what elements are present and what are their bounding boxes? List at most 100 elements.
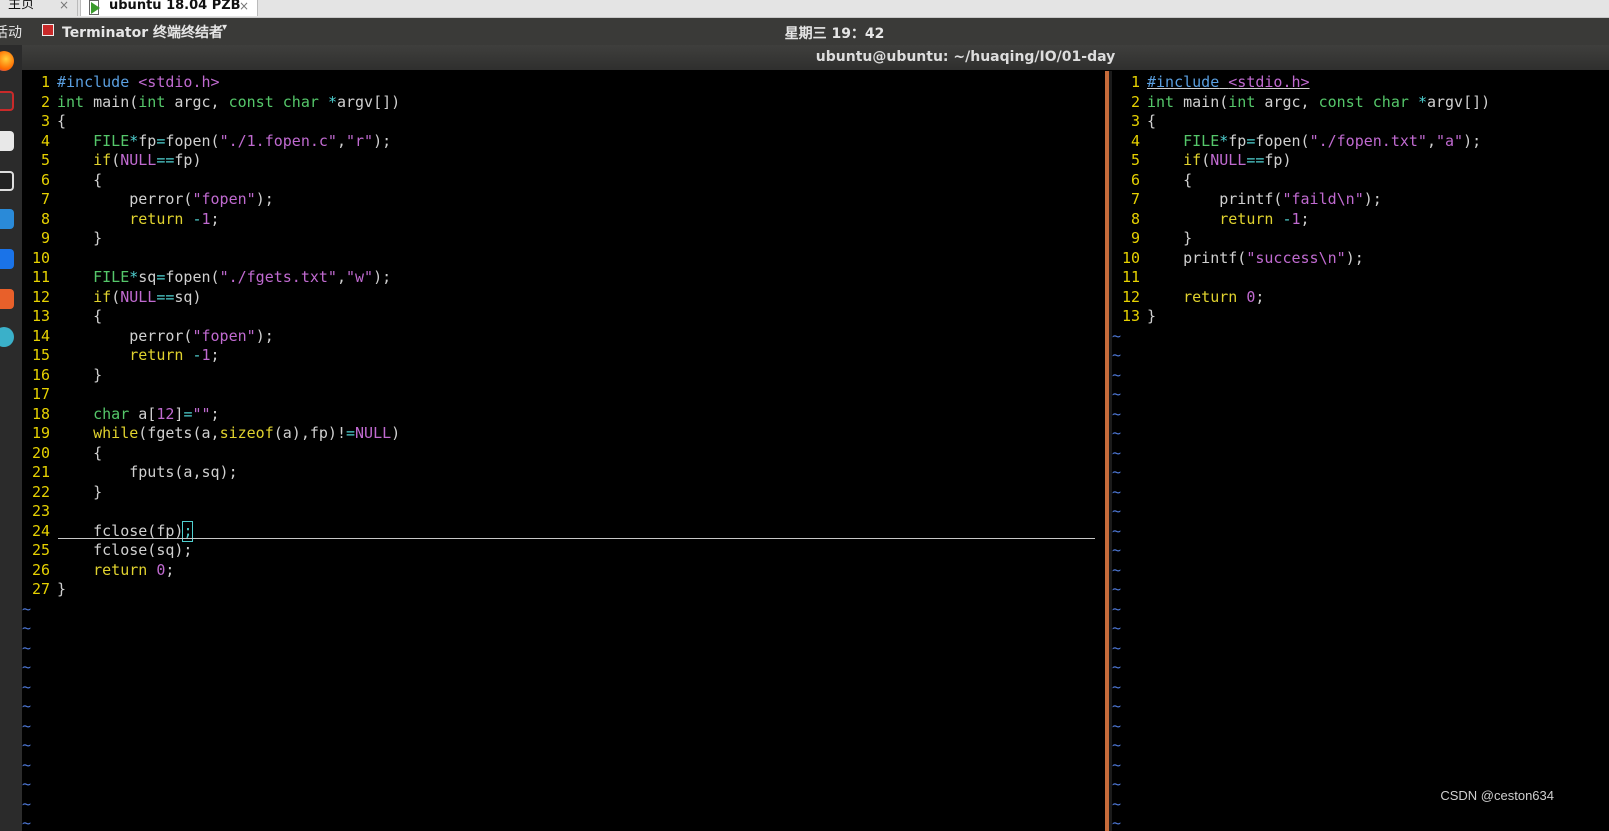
code-line[interactable]: 4 FILE*fp=fopen("./1.fopen.c","r"); (22, 132, 391, 152)
line-number: 2 (40, 92, 50, 111)
line-code: perror("fopen"); (57, 326, 274, 345)
code-line[interactable]: 14 perror("fopen"); (22, 327, 274, 347)
code-line[interactable]: 21 fputs(a,sq); (22, 463, 238, 483)
firefox-icon[interactable] (0, 51, 14, 71)
line-number: 23 (31, 502, 50, 520)
code-line[interactable]: 11 (1112, 268, 1147, 288)
code-line[interactable]: 3{ (22, 112, 66, 132)
line-number: 19 (31, 424, 50, 442)
close-icon[interactable]: × (239, 0, 249, 17)
empty-line-tilde: ~ (1112, 794, 1122, 813)
code-line[interactable]: 25 fclose(sq); (22, 541, 193, 561)
code-line[interactable]: 12 return 0; (1112, 288, 1264, 308)
code-line[interactable]: 2 int main(int argc, const char *argv[]) (22, 93, 400, 113)
code-line[interactable]: 17 (22, 385, 57, 405)
code-line[interactable]: 10 (22, 249, 57, 269)
files-icon[interactable] (0, 131, 14, 151)
code-line[interactable]: 19 while(fgets(a,sizeof(a),fp)!=NULL) (22, 424, 400, 444)
line-code: fputs(a,sq); (57, 463, 238, 481)
vscode-icon[interactable] (0, 209, 14, 229)
vim-pane-right[interactable]: 1 #include <stdio.h> 2 int main(int argc, c… (1112, 71, 1609, 831)
line-code: printf("faild\n"); (1147, 190, 1382, 208)
code-line[interactable]: 26 return 0; (22, 561, 174, 581)
vim-pane-left[interactable]: 1 #include <stdio.h> 2 int main(int argc, c… (22, 71, 1105, 831)
tab-ubuntu-vm[interactable]: ubuntu 18.04 PZB × (80, 0, 258, 16)
code-line[interactable]: 5 if(NULL==fp) (1112, 151, 1292, 171)
terminator-icon[interactable] (0, 91, 14, 111)
empty-line-tilde: ~ (1112, 697, 1122, 715)
code-line[interactable]: 27} (22, 580, 66, 600)
code-line[interactable]: 7 printf("faild\n"); (1112, 190, 1382, 210)
code-line[interactable]: 1 #include <stdio.h> (1112, 73, 1310, 93)
empty-line-tilde: ~ (22, 814, 32, 831)
line-code: { (57, 112, 67, 130)
tab-home[interactable]: 主页 × (0, 0, 78, 16)
app-icon[interactable] (0, 249, 14, 269)
line-number: 8 (1130, 209, 1140, 228)
line-number: 2 (1130, 92, 1140, 111)
line-number: 1 (40, 73, 50, 91)
line-code: char a[12]=""; (93, 404, 220, 423)
line-code: { (57, 170, 103, 189)
code-line[interactable]: 12 if(NULL==sq) (22, 288, 202, 308)
line-number: 27 (31, 580, 50, 598)
line-code: if(NULL==fp) (1183, 151, 1292, 169)
line-number: 13 (1121, 307, 1140, 325)
empty-line-tilde: ~ (1112, 385, 1122, 403)
line-code: #include <stdio.h> (1147, 73, 1310, 91)
code-line[interactable]: 13} (1112, 307, 1156, 327)
clock-label: 星期三 19：42 (784, 26, 885, 42)
settings-icon[interactable] (0, 327, 14, 347)
code-line[interactable]: 16 } (22, 366, 102, 386)
code-line[interactable]: 8 return -1; (1112, 210, 1310, 230)
code-line[interactable]: 11 FILE*sq=fopen("./fgets.txt","w"); (22, 268, 391, 288)
empty-line-tilde: ~ (22, 658, 32, 676)
code-line[interactable]: 22 } (22, 483, 102, 503)
line-code: printf("success\n"); (1147, 248, 1364, 267)
line-number: 10 (1121, 248, 1140, 267)
code-line[interactable]: 8 return -1; (22, 210, 220, 230)
empty-line-tilde: ~ (1112, 463, 1122, 481)
empty-line-tilde: ~ (1112, 502, 1122, 520)
line-code: return 0; (1183, 287, 1265, 306)
code-line[interactable]: 20 { (22, 444, 102, 464)
empty-line-tilde: ~ (1112, 638, 1122, 657)
dock (0, 45, 22, 831)
code-line[interactable]: 6 { (1112, 171, 1192, 191)
line-code: } (1147, 307, 1157, 325)
code-line[interactable]: 13 { (22, 307, 102, 327)
empty-line-tilde: ~ (1112, 326, 1122, 345)
line-code: while(fgets(a,sizeof(a),fp)!=NULL) (93, 424, 401, 442)
line-number: 16 (31, 365, 50, 384)
line-number: 11 (1121, 268, 1140, 286)
code-line[interactable]: 4 FILE*fp=fopen("./fopen.txt","a"); (1112, 132, 1481, 152)
code-line[interactable]: 5 if(NULL==fp) (22, 151, 202, 171)
code-line[interactable]: 15 return -1; (22, 346, 220, 366)
code-line[interactable]: 1 #include <stdio.h> (22, 73, 220, 93)
terminal-icon[interactable] (0, 171, 14, 191)
line-number: 9 (40, 229, 50, 247)
empty-line-tilde: ~ (1112, 658, 1122, 676)
code-line[interactable]: 9 } (1112, 229, 1192, 249)
code-line[interactable]: 9 } (22, 229, 102, 249)
close-icon[interactable]: × (59, 0, 69, 16)
empty-line-tilde: ~ (1112, 346, 1122, 364)
line-number: 3 (1130, 112, 1140, 130)
code-line[interactable]: 6 { (22, 171, 102, 191)
line-code: } (57, 229, 103, 247)
software-icon[interactable] (0, 289, 14, 309)
clock[interactable]: 星期三 19：42 (0, 23, 1609, 43)
code-line[interactable]: 7 perror("fopen"); (22, 190, 274, 210)
empty-line-tilde: ~ (1112, 404, 1122, 423)
window-title: ubuntu@ubuntu: ~/huaqing/IO/01-day (815, 49, 1116, 65)
empty-line-tilde: ~ (1112, 599, 1122, 618)
line-code: return -1; (129, 209, 220, 228)
code-line[interactable]: 3{ (1112, 112, 1156, 132)
code-line[interactable]: 18 char a[12]=""; (22, 405, 220, 425)
code-line[interactable]: 23 (22, 502, 57, 522)
code-line[interactable]: 10 printf("success\n"); (1112, 249, 1364, 269)
empty-line-tilde: ~ (1112, 365, 1122, 384)
empty-line-tilde: ~ (22, 716, 32, 735)
code-line[interactable]: 2 int main(int argc, const char *argv[]) (1112, 93, 1490, 113)
line-code: FILE*fp=fopen("./fopen.txt","a"); (1183, 131, 1482, 150)
